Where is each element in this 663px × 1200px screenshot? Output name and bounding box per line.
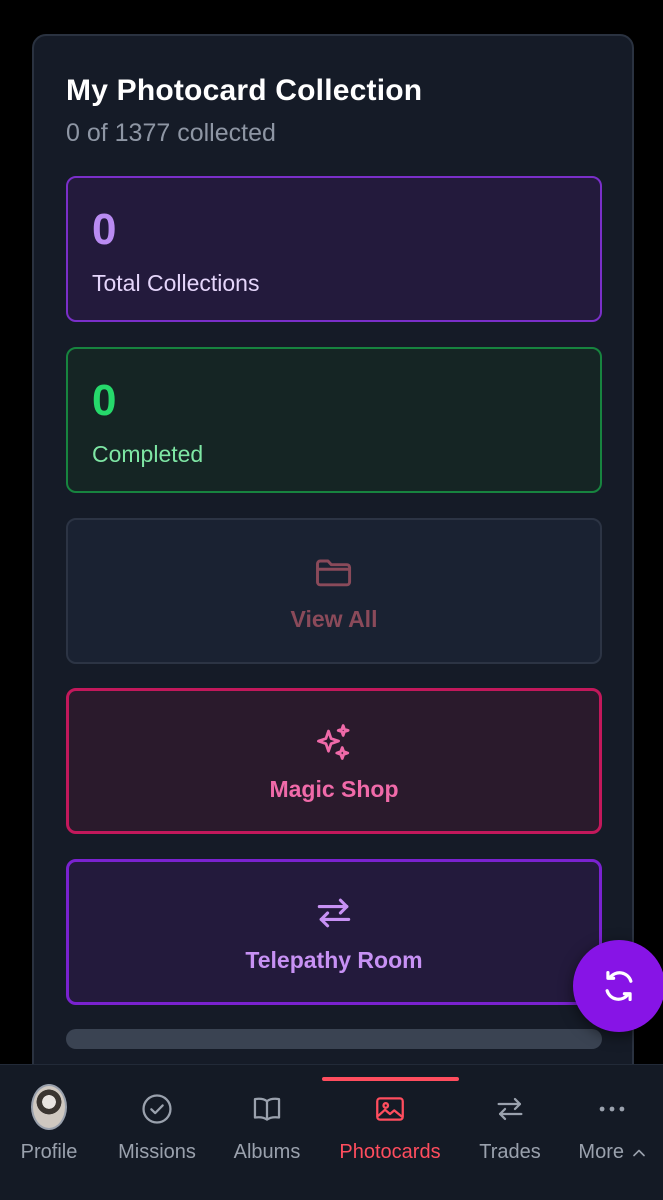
completed-label: Completed	[92, 441, 204, 467]
check-circle-icon	[142, 1094, 172, 1124]
nav-label-trades: Trades	[479, 1141, 541, 1163]
bottom-navigation: Profile Missions Albums Photocards Trade…	[0, 1064, 663, 1200]
nav-item-more[interactable]: More	[574, 1065, 650, 1200]
nav-label-more: More	[578, 1141, 645, 1164]
avatar	[31, 1084, 67, 1130]
completed-value: 0	[92, 376, 117, 425]
nav-label-missions: Missions	[118, 1141, 196, 1163]
completed-card: 0 Completed	[66, 347, 602, 493]
collection-progress-bar	[66, 1029, 602, 1049]
telepathy-room-label: Telepathy Room	[245, 946, 423, 973]
arrows-exchange-icon	[497, 1097, 523, 1121]
total-collections-label: Total Collections	[92, 270, 260, 296]
view-all-label: View All	[290, 605, 378, 632]
dots-icon	[599, 1106, 625, 1112]
telepathy-room-button[interactable]: Telepathy Room	[66, 859, 602, 1005]
chevron-up-icon	[632, 1149, 645, 1157]
view-all-button[interactable]: View All	[66, 518, 602, 664]
folder-icon	[316, 559, 352, 586]
magic-shop-label: Magic Shop	[269, 775, 399, 802]
nav-label-profile: Profile	[20, 1141, 78, 1163]
collection-progress-text: 0 of 1377 collected	[66, 119, 276, 147]
book-open-icon	[253, 1097, 281, 1121]
nav-label-photocards: Photocards	[339, 1141, 441, 1163]
active-tab-indicator	[322, 1077, 459, 1081]
nav-label-albums: Albums	[233, 1141, 301, 1163]
sparkles-icon	[317, 723, 350, 760]
magic-shop-button[interactable]: Magic Shop	[66, 688, 602, 834]
nav-item-albums[interactable]: Albums	[229, 1065, 305, 1200]
nav-item-profile[interactable]: Profile	[14, 1065, 84, 1200]
refresh-icon	[605, 970, 633, 1002]
nav-label-more-text: More	[578, 1141, 624, 1163]
nav-item-trades[interactable]: Trades	[474, 1065, 546, 1200]
refresh-button[interactable]	[573, 940, 663, 1032]
arrows-exchange-icon	[317, 898, 351, 927]
total-collections-value: 0	[92, 205, 117, 254]
page-title: My Photocard Collection	[66, 74, 423, 107]
collection-panel: My Photocard Collection 0 of 1377 collec…	[32, 34, 634, 1094]
image-icon	[376, 1097, 404, 1121]
total-collections-card: 0 Total Collections	[66, 176, 602, 322]
nav-item-photocards[interactable]: Photocards	[332, 1065, 448, 1200]
nav-item-missions[interactable]: Missions	[112, 1065, 202, 1200]
